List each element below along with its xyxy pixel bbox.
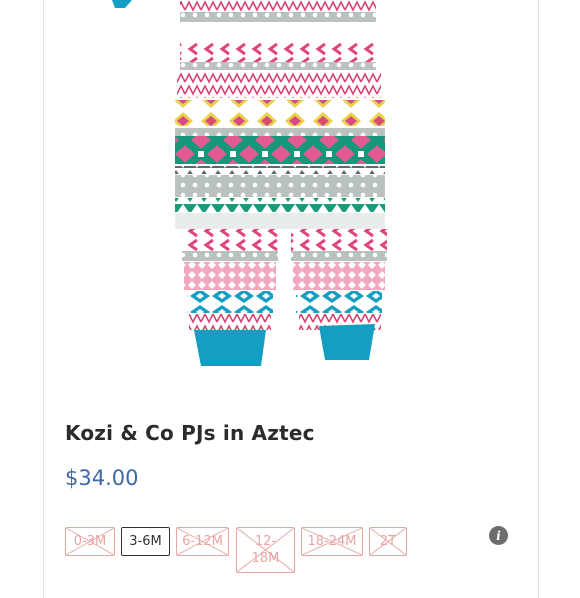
product-title: Kozi & Co PJs in Aztec (65, 421, 315, 445)
info-icon[interactable]: i (489, 526, 508, 545)
size-option-0-3m[interactable]: 0-3M (65, 527, 115, 556)
size-label: 12- 18M (251, 534, 280, 566)
size-option-3-6m[interactable]: 3-6M (121, 527, 170, 556)
size-label: 0-3M (73, 534, 107, 549)
size-label: 2T (379, 534, 397, 549)
product-price: $34.00 (65, 466, 139, 490)
size-option-18-24m[interactable]: 18-24M (301, 527, 363, 556)
size-option-2t[interactable]: 2T (369, 527, 407, 556)
size-label: 6-12M (182, 534, 223, 549)
size-label: 3-6M (129, 534, 162, 549)
size-label: 18-24M (307, 534, 357, 549)
product-image (112, 0, 387, 366)
size-option-12-18m[interactable]: 12- 18M (236, 527, 295, 573)
size-option-6-12m[interactable]: 6-12M (176, 527, 229, 556)
